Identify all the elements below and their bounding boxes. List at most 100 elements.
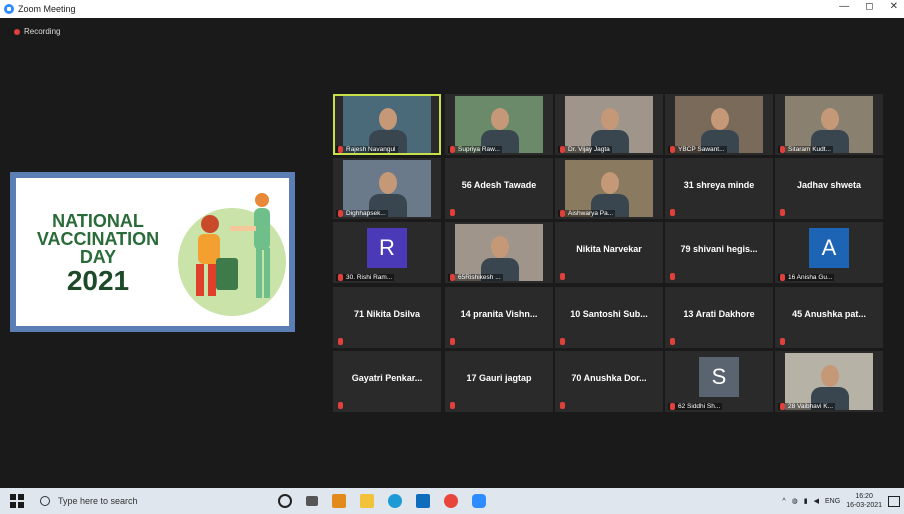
notification-icon[interactable] [888,495,900,507]
participant-tile[interactable]: Nikita Narvekar [555,222,663,283]
participant-face [601,172,619,194]
participant-label-text: 28 Vaibhavi K... [788,403,834,410]
participant-label: 16 Anisha Gu... [778,274,835,281]
muted-mic-icon [338,402,343,409]
participant-name: 13 Arati Dakhore [683,309,755,319]
maximize-button[interactable]: ◻ [865,1,873,12]
participant-face [379,172,397,194]
participant-tile[interactable]: 71 Nikita Dsilva [333,287,441,348]
shared-screen: NATIONAL VACCINATION DAY 2021 [10,172,295,332]
vaccination-illustration [178,193,286,316]
participant-tile[interactable]: Dr. Vijay Jagta [555,94,663,155]
participant-tile[interactable]: 10 Santoshi Sub... [555,287,663,348]
participant-tile[interactable]: Aishwarya Pa... [555,158,663,219]
minimize-button[interactable]: — [839,1,849,12]
participant-label-text: Dighhapsek... [346,210,386,217]
chrome-icon[interactable] [444,494,458,508]
chevron-up-icon[interactable]: ^ [782,498,785,505]
muted-mic-icon [670,146,675,153]
participant-tile[interactable]: A 16 Anisha Gu... [775,222,883,283]
participant-video [785,353,873,410]
windows-start-icon[interactable] [10,494,24,508]
participant-name: 14 pranita Vishn... [460,309,538,319]
participant-label: 62 Siddhi Sh... [668,403,723,410]
muted-mic-icon [450,209,455,216]
battery-icon[interactable]: ▮ [804,497,808,505]
search-placeholder: Type here to search [58,496,138,506]
participant-tile[interactable]: 45 Anushka pat... [775,287,883,348]
participant-tile[interactable]: S 62 Siddhi Sh... [665,351,773,412]
task-view-icon[interactable] [306,496,318,506]
muted-mic-icon [338,274,343,281]
participant-tile[interactable]: Sitaram Kudt... [775,94,883,155]
participant-name: 31 shreya minde [683,180,755,190]
participant-tile[interactable]: 14 pranita Vishn... [445,287,553,348]
muted-mic-icon [560,146,565,153]
muted-mic-icon [560,273,565,280]
participant-label-text: Supriya Raw... [458,146,500,153]
participant-tile[interactable]: 79 shivani hegis... [665,222,773,283]
search-icon [40,496,50,506]
participant-tile[interactable]: 70 Anushka Dor... [555,351,663,412]
outlook-icon[interactable] [416,494,430,508]
taskbar-search[interactable]: Type here to search [40,491,240,511]
participant-face [379,108,397,130]
participant-label-text: Sitaram Kudt... [788,146,831,153]
window-title: Zoom Meeting [18,4,76,14]
participant-label-text: 65Rishikesh ... [458,274,501,281]
volume-icon[interactable]: ◀ [814,497,819,505]
language-indicator[interactable]: ENG [825,498,840,505]
participant-tile[interactable]: 13 Arati Dakhore [665,287,773,348]
participant-face [491,108,509,130]
muted-mic-icon [670,209,675,216]
participant-tile[interactable]: 56 Adesh Tawade [445,158,553,219]
participant-name: Nikita Narvekar [576,244,642,254]
muted-mic-icon [670,273,675,280]
file-explorer-icon[interactable] [360,494,374,508]
app-icon-orange[interactable] [332,494,346,508]
participant-tile[interactable]: Supriya Raw... [445,94,553,155]
edge-icon[interactable] [388,494,402,508]
participant-label: Supriya Raw... [448,146,502,153]
muted-mic-icon [450,274,455,281]
participant-video [455,96,543,153]
muted-mic-icon [780,209,785,216]
participant-label: 30. Rishi Ram... [336,274,395,281]
muted-mic-icon [450,146,455,153]
muted-mic-icon [560,338,565,345]
windows-taskbar: Type here to search ^ ◍ ▮ ◀ ENG 16:20 16… [0,488,904,514]
participant-label-text: Rajesh Navangul [346,146,396,153]
participant-tile[interactable]: 17 Gauri jagtap [445,351,553,412]
participant-label-text: 30. Rishi Ram... [346,274,393,281]
participant-tile[interactable]: 31 shreya minde [665,158,773,219]
close-button[interactable]: ✕ [890,1,898,12]
participant-tile[interactable]: Gayatri Penkar... [333,351,441,412]
participant-video [785,96,873,153]
participant-tile[interactable]: YBCP Sawant... [665,94,773,155]
participant-name: 71 Nikita Dsilva [353,309,421,319]
participant-label-text: Dr. Vijay Jagta [568,146,610,153]
participant-video [675,96,763,153]
muted-mic-icon [338,210,343,217]
participant-name: Gayatri Penkar... [351,373,423,383]
muted-mic-icon [560,210,565,217]
zoom-logo-icon [4,4,14,14]
clock[interactable]: 16:20 16-03-2021 [846,492,882,510]
participant-tile[interactable]: R 30. Rishi Ram... [333,222,441,283]
participant-tile[interactable]: 65Rishikesh ... [445,222,553,283]
participant-label: YBCP Sawant... [668,146,727,153]
cortana-icon[interactable] [278,494,292,508]
participant-tile[interactable]: Jadhav shweta [775,158,883,219]
muted-mic-icon [450,338,455,345]
recording-indicator[interactable]: Recording [14,27,60,36]
participant-tile[interactable]: Dighhapsek... [333,158,441,219]
participant-tile[interactable]: Rajesh Navangul [333,94,441,155]
system-tray: ^ ◍ ▮ ◀ ENG 16:20 16-03-2021 [782,488,900,514]
network-icon[interactable]: ◍ [792,497,798,505]
participant-label-text: YBCP Sawant... [678,146,725,153]
participant-tile[interactable]: 28 Vaibhavi K... [775,351,883,412]
participant-face [601,108,619,130]
zoom-taskbar-icon[interactable] [472,494,486,508]
participant-label-text: 16 Anisha Gu... [788,274,833,281]
muted-mic-icon [560,402,565,409]
